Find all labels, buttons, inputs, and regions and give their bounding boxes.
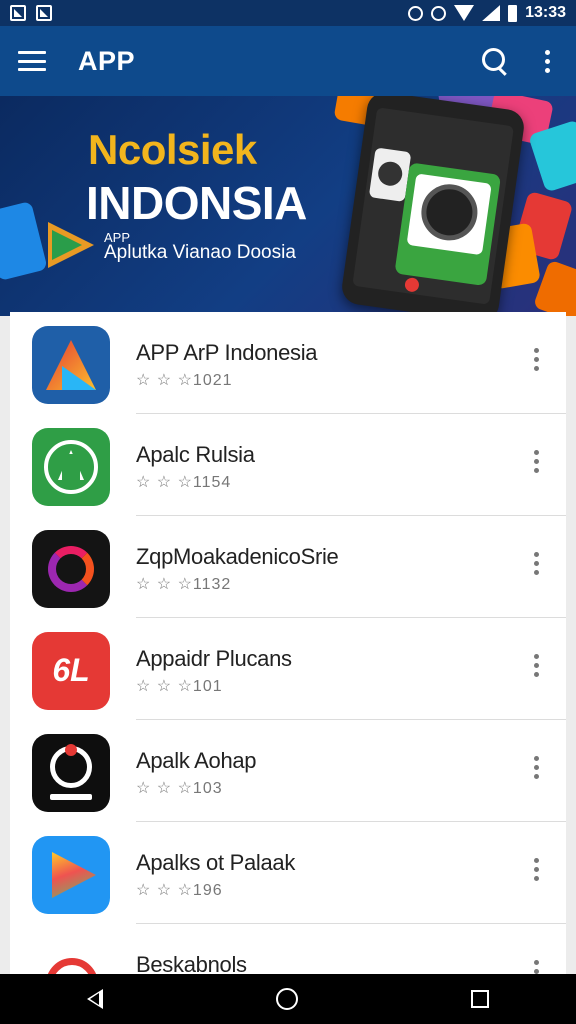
alarm-icon	[408, 5, 424, 21]
image-notification-icon	[10, 5, 26, 21]
search-icon[interactable]	[480, 46, 510, 76]
red-6l-logo-icon: 6L	[32, 632, 110, 710]
app-name: Appaidr Plucans	[136, 646, 292, 671]
red-blob-logo-icon	[32, 938, 110, 974]
decorative-tile	[0, 200, 48, 282]
item-more-icon[interactable]	[526, 858, 546, 888]
app-rating: ☆ ☆ ☆196	[136, 882, 223, 899]
green-letter-a-logo-icon	[32, 428, 110, 506]
play-triangle-logo-icon	[32, 836, 110, 914]
item-more-icon[interactable]	[526, 756, 546, 786]
wifi-icon	[454, 5, 475, 21]
black-circle-logo-icon	[32, 734, 110, 812]
app-rating: ☆ ☆ ☆101	[136, 678, 223, 695]
decorative-tile	[532, 259, 576, 316]
app-rating: ☆ ☆ ☆1154	[136, 474, 232, 491]
app-name: Apalks ot Palaak	[136, 850, 296, 875]
menu-icon[interactable]	[18, 51, 46, 71]
status-notifications	[10, 5, 52, 21]
list-item[interactable]: APP ArP Indonesia ☆ ☆ ☆1021	[10, 312, 566, 414]
list-item[interactable]: Beskabnols	[10, 924, 566, 974]
status-indicators: 13:33	[408, 4, 566, 22]
banner-title: Ncolsiek	[88, 126, 257, 173]
item-more-icon[interactable]	[526, 348, 546, 378]
app-name: ZqpMoakadenicoSrie	[136, 544, 339, 569]
app-bar: APP	[0, 26, 576, 96]
app-name: Apalk Aohap	[136, 748, 257, 773]
more-vert-icon[interactable]	[532, 46, 562, 76]
page-title: APP	[78, 45, 136, 76]
item-more-icon[interactable]	[526, 450, 546, 480]
status-time: 13:33	[525, 4, 566, 21]
app-name: Apalc Rulsia	[136, 442, 255, 467]
home-icon[interactable]	[275, 988, 298, 1010]
app-list: APP ArP Indonesia ☆ ☆ ☆1021 Apalc Rulsia…	[10, 312, 566, 974]
alarm-icon	[431, 5, 447, 21]
phone-screen	[352, 107, 514, 305]
banner-subtitle: Aplutka Vianao Doosia	[104, 242, 296, 263]
system-nav-bar	[0, 974, 576, 1024]
record-dot-icon	[404, 276, 420, 293]
back-icon[interactable]	[86, 989, 103, 1009]
app-name: Beskabnols	[136, 952, 247, 974]
app-rating: ☆ ☆ ☆103	[136, 780, 223, 797]
list-item[interactable]: 6L Appaidr Plucans ☆ ☆ ☆101	[10, 618, 566, 720]
app-name: APP ArP Indonesia	[136, 340, 318, 365]
app-rating: ☆ ☆ ☆1021	[136, 372, 233, 389]
list-item[interactable]: Apalk Aohap ☆ ☆ ☆103	[10, 720, 566, 822]
app-rating: ☆ ☆ ☆1132	[136, 576, 232, 593]
list-item[interactable]: Apalc Rulsia ☆ ☆ ☆1154	[10, 414, 566, 516]
item-more-icon[interactable]	[526, 960, 546, 974]
item-more-icon[interactable]	[526, 552, 546, 582]
list-item[interactable]: ZqpMoakadenicoSrie ☆ ☆ ☆1132	[10, 516, 566, 618]
list-item[interactable]: Apalks ot Palaak ☆ ☆ ☆196	[10, 822, 566, 924]
banner-title-line2: INDONSIA	[86, 177, 307, 229]
purple-swirl-logo-icon	[32, 530, 110, 608]
photo-notification-icon	[36, 5, 52, 21]
promo-banner[interactable]: Ncolsiek INDONSIA APP Aplutka Vianao Doo…	[0, 96, 576, 316]
phone-illustration	[339, 96, 527, 316]
status-bar: 13:33	[0, 0, 576, 26]
red-yellow-triangle-logo-icon	[32, 326, 110, 404]
recent-apps-icon[interactable]	[471, 990, 490, 1008]
signal-icon	[482, 5, 501, 21]
item-more-icon[interactable]	[526, 654, 546, 684]
battery-icon	[508, 4, 518, 22]
